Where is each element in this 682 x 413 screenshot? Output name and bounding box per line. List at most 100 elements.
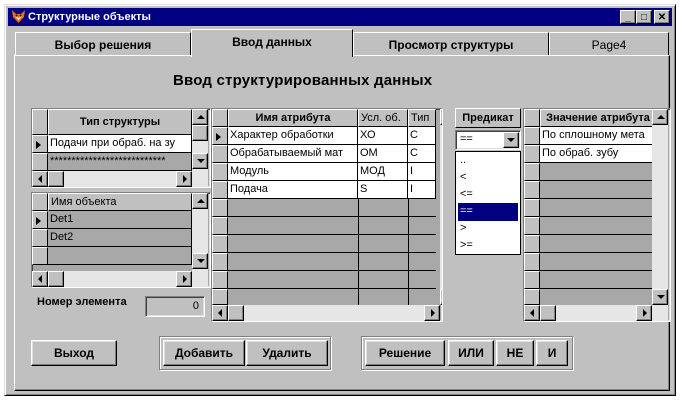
tab-data-entry[interactable]: Ввод данных <box>191 29 353 57</box>
column-header-type[interactable]: Тип <box>408 109 436 127</box>
maximize-button[interactable]: □ <box>636 10 652 24</box>
and-button[interactable]: И <box>536 340 568 366</box>
table-cell[interactable]: Модуль <box>228 163 358 181</box>
scroll-left-icon[interactable] <box>32 271 48 287</box>
predicate-dropdown-list[interactable]: .. < <= == > >= <box>455 151 521 255</box>
predicate-option[interactable]: <= <box>458 186 518 204</box>
scroll-right-icon[interactable] <box>176 271 192 287</box>
row-indicator <box>32 153 48 171</box>
table-row[interactable]: *************************** <box>48 153 192 171</box>
vertical-scrollbar[interactable] <box>192 109 208 171</box>
minimize-button[interactable]: _ <box>620 10 636 24</box>
element-number-field[interactable]: 0 <box>145 296 205 317</box>
scroll-thumb[interactable] <box>192 125 208 141</box>
table-cell[interactable]: ХО <box>358 127 408 145</box>
table-cell[interactable]: I <box>408 181 436 199</box>
grid-line <box>228 234 436 235</box>
grid-line <box>228 252 436 253</box>
row-indicator <box>524 253 540 271</box>
predicate-combobox[interactable]: == <box>455 130 521 150</box>
attribute-value-grid[interactable]: Значение атрибута По сплошному мета По о… <box>523 108 671 322</box>
grid-line <box>540 216 656 217</box>
column-header-condition[interactable]: Усл. об. <box>358 109 408 127</box>
scroll-left-icon[interactable] <box>32 171 48 187</box>
row-indicator <box>212 163 228 181</box>
scroll-right-icon[interactable] <box>424 305 440 321</box>
table-cell[interactable]: Характер обработки <box>228 127 358 145</box>
column-header-structure-type[interactable]: Тип структуры <box>48 109 192 135</box>
row-indicator <box>32 247 48 265</box>
scroll-up-icon[interactable] <box>192 193 208 209</box>
table-cell[interactable]: Обрабатываемый мат <box>228 145 358 163</box>
horizontal-scrollbar[interactable] <box>32 271 208 287</box>
table-row[interactable]: По сплошному мета <box>540 127 656 145</box>
table-cell[interactable]: I <box>408 163 436 181</box>
predicate-option-selected[interactable]: == <box>458 203 518 221</box>
add-button[interactable]: Добавить <box>163 340 245 366</box>
table-cell[interactable]: Подача <box>228 181 358 199</box>
column-header-attribute-name[interactable]: Имя атрибута <box>228 109 358 127</box>
table-cell[interactable]: ОМ <box>358 145 408 163</box>
horizontal-scrollbar[interactable] <box>212 305 440 321</box>
scroll-up-icon[interactable] <box>440 109 442 125</box>
close-button[interactable]: ✕ <box>654 10 670 24</box>
scroll-thumb[interactable] <box>540 305 556 321</box>
scroll-thumb[interactable] <box>228 305 244 321</box>
delete-button[interactable]: Удалить <box>246 340 328 366</box>
vertical-scrollbar[interactable] <box>440 109 442 305</box>
row-indicator <box>32 211 48 229</box>
scroll-left-icon[interactable] <box>212 305 228 321</box>
fox-app-icon <box>12 10 25 23</box>
predicate-option[interactable]: .. <box>458 152 518 170</box>
exit-button[interactable]: Выход <box>31 340 117 366</box>
grid-corner <box>524 109 540 127</box>
vertical-scrollbar[interactable] <box>652 109 668 305</box>
predicate-option[interactable]: >= <box>458 237 518 255</box>
column-header-attribute-value[interactable]: Значение атрибута <box>540 109 656 127</box>
scroll-up-icon[interactable] <box>192 109 208 125</box>
chevron-down-icon[interactable] <box>503 132 519 148</box>
attribute-grid[interactable]: Имя атрибута Усл. об. Тип Характер обраб… <box>211 108 443 322</box>
not-button[interactable]: НЕ <box>496 340 534 366</box>
table-cell[interactable]: С <box>408 145 436 163</box>
table-row[interactable]: Подачи при обраб. на зу <box>48 135 192 153</box>
scroll-down-icon[interactable] <box>192 253 208 269</box>
scroll-right-icon[interactable] <box>636 305 652 321</box>
scroll-thumb[interactable] <box>48 171 64 187</box>
grid-line <box>540 288 656 289</box>
row-indicator <box>524 289 540 305</box>
predicate-option[interactable]: > <box>458 220 518 238</box>
scroll-down-icon[interactable] <box>652 289 668 305</box>
row-indicator <box>212 145 228 163</box>
scroll-down-icon[interactable] <box>440 289 442 305</box>
object-name-grid[interactable]: Имя объекта Det1 Det2 <box>31 192 211 288</box>
predicate-option[interactable]: < <box>458 169 518 187</box>
table-cell[interactable]: S <box>358 181 408 199</box>
table-row[interactable]: Det2 <box>48 229 192 247</box>
page-heading: Ввод структурированных данных <box>173 72 433 89</box>
or-button[interactable]: ИЛИ <box>448 340 494 366</box>
row-indicator <box>524 145 540 163</box>
table-row[interactable]: По обраб. зубу <box>540 145 656 163</box>
structure-type-grid[interactable]: Тип структуры Подачи при обраб. на зу **… <box>31 108 211 188</box>
table-cell[interactable]: МОД <box>358 163 408 181</box>
table-cell[interactable]: С <box>408 127 436 145</box>
horizontal-scrollbar[interactable] <box>32 171 208 187</box>
scroll-down-icon[interactable] <box>192 153 208 169</box>
row-indicator <box>524 127 540 145</box>
row-indicator <box>32 229 48 247</box>
scroll-left-icon[interactable] <box>524 305 540 321</box>
scroll-right-icon[interactable] <box>176 171 192 187</box>
grid-line <box>540 270 656 271</box>
row-indicator <box>524 181 540 199</box>
table-row[interactable]: Det1 <box>48 211 192 229</box>
row-indicator <box>524 217 540 235</box>
title-bar[interactable]: Структурные объекты _ □ ✕ <box>8 8 672 26</box>
vertical-scrollbar[interactable] <box>192 193 208 271</box>
table-row[interactable] <box>48 247 192 265</box>
column-header-object-name[interactable]: Имя объекта <box>48 193 192 211</box>
horizontal-scrollbar[interactable] <box>524 305 668 321</box>
scroll-up-icon[interactable] <box>652 109 668 125</box>
decision-button[interactable]: Решение <box>365 340 445 366</box>
scroll-thumb[interactable] <box>48 271 64 287</box>
